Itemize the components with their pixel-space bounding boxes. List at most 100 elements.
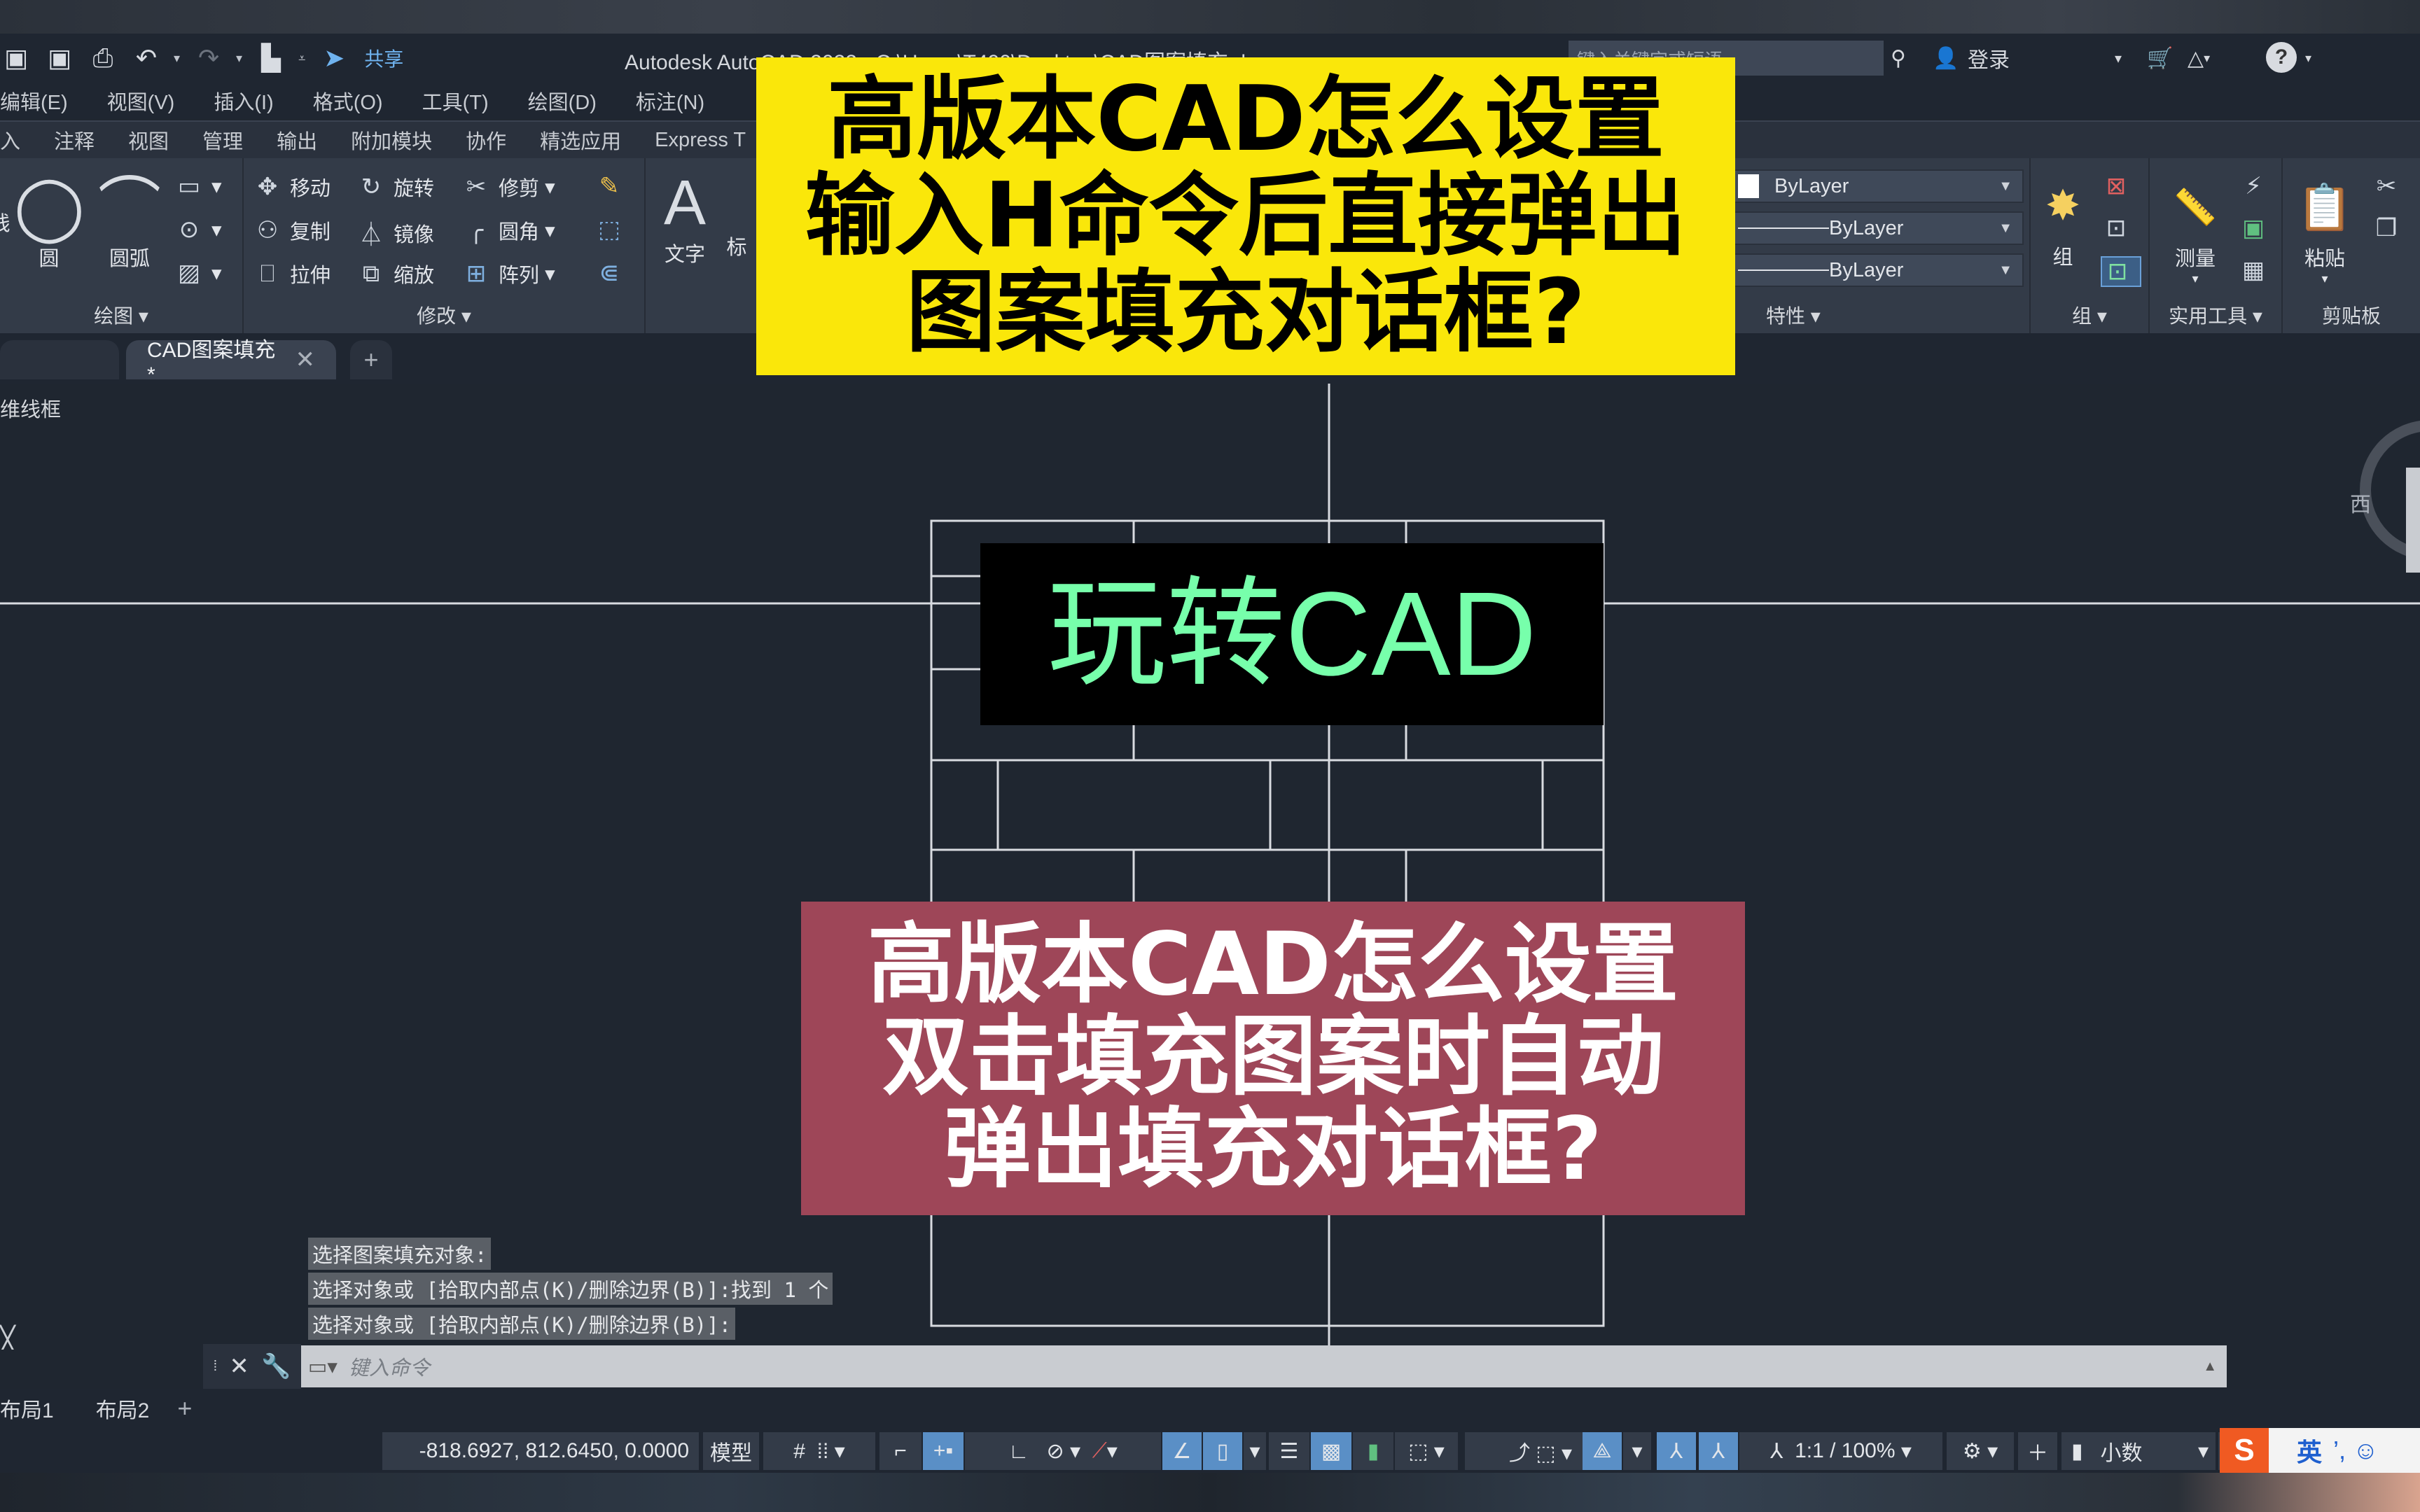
viewcube-west-label[interactable]: 西 bbox=[2350, 487, 2371, 518]
ime-emoji-icon[interactable]: ☺ bbox=[2353, 1436, 2379, 1465]
rectangle-icon[interactable]: ▭ ▾ bbox=[174, 172, 222, 200]
ime-toolbar[interactable]: S 英 ’, ☺ bbox=[2220, 1428, 2420, 1473]
tab-express-tools[interactable]: Express T bbox=[655, 129, 746, 152]
object-snap-toggle[interactable]: ▯ bbox=[1203, 1432, 1242, 1470]
tool-text[interactable]: A 文字 bbox=[650, 168, 720, 267]
add-layout-button[interactable]: + bbox=[177, 1394, 192, 1423]
save-icon[interactable]: ▣ bbox=[0, 42, 32, 74]
search-icon[interactable]: ⚲ bbox=[1891, 41, 1906, 76]
tool-arc[interactable]: ⌒ 圆弧 bbox=[91, 172, 168, 272]
help-dropdown-icon[interactable]: ▾ bbox=[2305, 41, 2311, 76]
doc-tab-start[interactable] bbox=[0, 340, 119, 379]
tab-addins[interactable]: 附加模块 bbox=[351, 125, 432, 155]
grid-snap-toggle[interactable]: # ⁞⁞ ▾ bbox=[763, 1432, 875, 1470]
tool-group[interactable]: ✸ 组 bbox=[2035, 171, 2091, 270]
command-input[interactable]: ▭▾ 键入命令 ▲ bbox=[301, 1345, 2227, 1387]
undo-icon[interactable]: ↶ bbox=[130, 42, 162, 74]
tool-paste[interactable]: 📋 粘贴 ▾ bbox=[2290, 172, 2360, 286]
tool-rotate[interactable]: ↻ 旋转 bbox=[356, 172, 434, 202]
object-snap-dropdown[interactable]: ▾ bbox=[1244, 1432, 1266, 1470]
panel-label-groups[interactable]: 组 ▾ bbox=[2031, 301, 2148, 329]
command-line-handle[interactable]: ⁞ ✕ 🔧 bbox=[203, 1344, 301, 1389]
undo-dropdown-icon[interactable]: ▾ bbox=[174, 51, 180, 66]
tool-dimension[interactable]: 标 bbox=[723, 231, 751, 260]
auto-scale-toggle[interactable]: ⅄ bbox=[1699, 1432, 1738, 1470]
selection-cycling-icon[interactable]: ▮ bbox=[1353, 1432, 1393, 1470]
tab-view[interactable]: 视图 bbox=[128, 125, 169, 155]
transparency-toggle[interactable]: ▩ bbox=[1311, 1432, 1351, 1470]
tab-annotate[interactable]: 注释 bbox=[54, 125, 95, 155]
erase-icon[interactable]: ✎ bbox=[594, 172, 632, 200]
tool-copy[interactable]: ⚇ 复制 bbox=[252, 216, 331, 245]
share-button[interactable]: 共享 bbox=[364, 44, 403, 72]
command-history-toggle-icon[interactable]: ▲ bbox=[2203, 1359, 2217, 1375]
ime-punctuation-icon[interactable]: ’, bbox=[2333, 1436, 2346, 1465]
drag-handle-icon[interactable]: ⁞ bbox=[214, 1359, 218, 1375]
calculator-icon[interactable]: ▦ bbox=[2238, 256, 2276, 284]
help-icon[interactable]: ? bbox=[2266, 42, 2297, 73]
explode-icon[interactable]: ⬚ bbox=[594, 216, 632, 244]
signin-button[interactable]: 登录 bbox=[1968, 41, 2010, 76]
panel-label-properties[interactable]: 特性 ▾ bbox=[1766, 301, 2029, 329]
panel-label-clipboard[interactable]: 剪贴板 bbox=[2283, 301, 2420, 329]
ortho-polar-toggles[interactable]: ∟ ⊘ ▾ ⟋ ▾ bbox=[965, 1432, 1161, 1470]
ellipse-icon[interactable]: ⊙ ▾ bbox=[174, 216, 222, 244]
tool-scale[interactable]: ⧉ 缩放 bbox=[356, 259, 434, 288]
tool-stretch[interactable]: ⎕ 拉伸 bbox=[252, 259, 331, 288]
close-tab-icon[interactable]: ✕ bbox=[295, 346, 316, 374]
customize-qa-icon[interactable]: ⩡ bbox=[298, 51, 305, 66]
new-file-icon[interactable]: ▙ bbox=[255, 42, 287, 74]
cut-icon[interactable]: ✂ bbox=[2371, 172, 2409, 200]
tab-output[interactable]: 输出 bbox=[277, 125, 317, 155]
3d-osnap-toggle[interactable]: ⬚ ▾ bbox=[1395, 1432, 1458, 1470]
tool-fillet[interactable]: ╭ 圆角 ▾ bbox=[461, 216, 555, 245]
gizmo-dropdown[interactable]: ▾ bbox=[1623, 1432, 1651, 1470]
new-tab-button[interactable]: + bbox=[350, 340, 392, 379]
tool-circle[interactable]: ◯ 圆 bbox=[14, 172, 85, 272]
annotation-scale-dropdown[interactable]: ⅄ 1:1 / 100% ▾ bbox=[1739, 1432, 1942, 1470]
model-space-button[interactable]: 模型 bbox=[703, 1432, 759, 1470]
coordinates-readout[interactable]: -818.6927, 812.6450, 0.0000 bbox=[382, 1432, 699, 1470]
doc-tab-active[interactable]: CAD图案填充* ✕ bbox=[126, 339, 336, 386]
user-icon[interactable]: 👤 bbox=[1933, 41, 1959, 76]
tab-featured-apps[interactable]: 精选应用 bbox=[540, 125, 621, 155]
command-prompt-icon[interactable]: ▭▾ bbox=[308, 1354, 338, 1379]
group-edit-icon[interactable]: ⊡ bbox=[2101, 214, 2139, 242]
viewport-controls-label[interactable]: 维线框 bbox=[0, 393, 61, 423]
tool-mirror[interactable]: ⏃ 镜像 bbox=[356, 216, 434, 250]
redo-dropdown-icon[interactable]: ▾ bbox=[236, 51, 242, 66]
tool-line[interactable]: 线 bbox=[0, 207, 14, 237]
panel-label-draw[interactable]: 绘图 ▾ bbox=[0, 301, 242, 329]
tool-array[interactable]: ⊞ 阵列 ▾ bbox=[461, 259, 555, 288]
share-icon[interactable]: ➤ bbox=[318, 42, 350, 74]
tab-layout2[interactable]: 布局2 bbox=[96, 1393, 150, 1424]
autodesk-app-icon[interactable]: △ ▾ bbox=[2188, 41, 2210, 76]
linetype-dropdown[interactable]: ByLayer ▼ bbox=[1730, 211, 2024, 245]
ungroup-icon[interactable]: ⊠ bbox=[2101, 172, 2139, 200]
print-icon[interactable]: ⎙ bbox=[87, 42, 119, 74]
annotation-monitor-icon[interactable]: ＋ bbox=[2018, 1432, 2057, 1470]
quick-select-icon[interactable]: ⚡ bbox=[2238, 172, 2276, 200]
panel-label-utilities[interactable]: 实用工具 ▾ bbox=[2150, 301, 2281, 329]
viewcube-face[interactable] bbox=[2406, 468, 2420, 573]
menu-format[interactable]: 格式(O) bbox=[313, 86, 383, 115]
color-dropdown[interactable]: ByLayer ▼ bbox=[1730, 169, 2024, 203]
hatch-icon[interactable]: ▨ ▾ bbox=[174, 259, 222, 287]
cart-icon[interactable]: 🛒 bbox=[2147, 41, 2173, 76]
gizmo-toggle[interactable]: ⟁ bbox=[1583, 1432, 1622, 1470]
workspace-gear-icon[interactable]: ⚙ ▾ bbox=[1947, 1432, 2014, 1470]
menu-edit[interactable]: 编辑(E) bbox=[0, 86, 68, 115]
menu-draw[interactable]: 绘图(D) bbox=[528, 86, 597, 115]
tool-move[interactable]: ✥ 移动 bbox=[252, 172, 331, 202]
tool-measure[interactable]: 📏 测量 ▾ bbox=[2157, 172, 2234, 286]
units-dropdown[interactable]: ▮ 小数 ▾ bbox=[2061, 1432, 2216, 1470]
annotation-visibility-toggle[interactable]: ⅄ bbox=[1657, 1432, 1696, 1470]
lineweight-dropdown[interactable]: ByLayer ▼ bbox=[1730, 253, 2024, 287]
menu-tools[interactable]: 工具(T) bbox=[422, 86, 489, 115]
signin-dropdown-icon[interactable]: ▾ bbox=[2115, 41, 2122, 76]
menu-dimension[interactable]: 标注(N) bbox=[636, 86, 704, 115]
menu-view[interactable]: 视图(V) bbox=[107, 86, 175, 115]
dynamic-input-toggle[interactable]: +▪ bbox=[923, 1432, 964, 1470]
object-snap-tracking-toggle[interactable]: ∠ bbox=[1162, 1432, 1202, 1470]
lineweight-toggle[interactable]: ☰ bbox=[1269, 1432, 1309, 1470]
